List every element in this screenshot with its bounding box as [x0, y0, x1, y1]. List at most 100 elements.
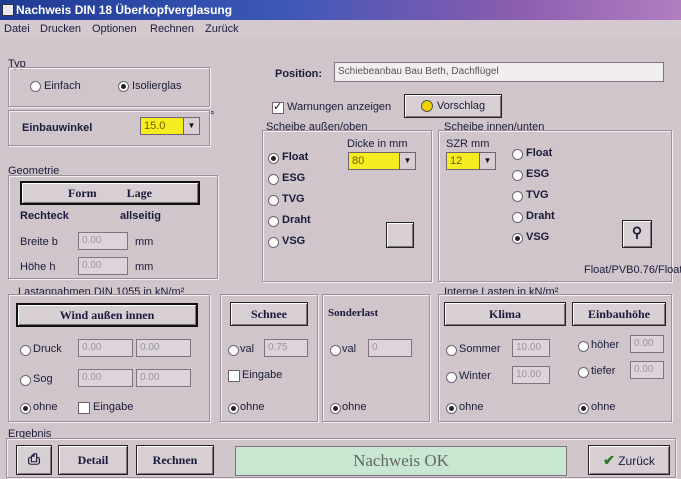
- oben-float-radio[interactable]: [268, 153, 279, 164]
- zurueck-button[interactable]: ✔ Zurück: [588, 445, 670, 475]
- oben-tvg-radio[interactable]: [268, 195, 279, 206]
- form-label: Form: [68, 186, 97, 200]
- schnee-ohne-radio[interactable]: [228, 403, 239, 414]
- unten-tvg-label: TVG: [526, 189, 549, 201]
- schnee-ohne-label: ohne: [240, 401, 265, 413]
- tiefer-radio[interactable]: [578, 367, 589, 378]
- unten-esg-radio[interactable]: [512, 170, 523, 181]
- breite-label: Breite b: [20, 236, 58, 248]
- sonderlast-ohne-radio[interactable]: [330, 403, 341, 414]
- szr-label: SZR mm: [446, 138, 490, 150]
- warnungen-checkbox[interactable]: [272, 100, 284, 114]
- klima-ohne-radio[interactable]: [446, 403, 457, 414]
- unten-vsg-radio[interactable]: [512, 233, 523, 244]
- menu-datei[interactable]: Datei: [4, 20, 30, 38]
- lightbulb-icon: [420, 100, 433, 113]
- schnee-eingabe-checkbox[interactable]: [228, 370, 240, 382]
- breite-unit: mm: [135, 236, 154, 248]
- breite-input[interactable]: 0.00: [78, 232, 128, 250]
- app-window: Nachweis DIN 18 Überkopfverglasung Datei…: [0, 0, 681, 479]
- search-icon[interactable]: ⚲: [622, 220, 652, 248]
- klima-button[interactable]: Klima: [444, 302, 566, 326]
- sog-innen-input[interactable]: 0.00: [136, 369, 191, 387]
- oben-draht-radio[interactable]: [268, 216, 279, 227]
- wind-eingabe-checkbox[interactable]: [78, 402, 90, 414]
- tiefer-input[interactable]: 0.00: [630, 361, 664, 379]
- unten-vsg-label: VSG: [526, 231, 550, 243]
- chevron-down-icon[interactable]: ▼: [183, 118, 199, 134]
- sog-aussen-input[interactable]: 0.00: [78, 369, 133, 387]
- hoeher-radio[interactable]: [578, 341, 589, 352]
- geometrie-shape: Rechteck: [20, 210, 69, 222]
- szr-select[interactable]: 12 ▼: [446, 152, 496, 170]
- oben-vsg-radio[interactable]: [268, 237, 279, 248]
- app-icon: [2, 4, 14, 16]
- unten-draht-radio[interactable]: [512, 212, 523, 223]
- title-bar: Nachweis DIN 18 Überkopfverglasung: [0, 0, 681, 20]
- menu-zurueck[interactable]: Zurück: [205, 20, 239, 38]
- sommer-radio[interactable]: [446, 345, 457, 356]
- menu-drucken[interactable]: Drucken: [40, 20, 81, 38]
- unten-float-radio[interactable]: [512, 149, 523, 160]
- unten-tvg-radio[interactable]: [512, 191, 523, 202]
- winter-input[interactable]: 10.00: [512, 366, 550, 384]
- sommer-label: Sommer: [459, 343, 501, 355]
- wind-ohne-radio[interactable]: [20, 403, 31, 414]
- druck-aussen-input[interactable]: 0.00: [78, 339, 133, 357]
- hoeher-label: höher: [591, 339, 620, 351]
- druck-radio[interactable]: [20, 345, 31, 356]
- wind-ohne-label: ohne: [33, 401, 58, 413]
- druck-innen-input[interactable]: 0.00: [136, 339, 191, 357]
- rechnen-button[interactable]: Rechnen: [136, 445, 214, 475]
- window-title: Nachweis DIN 18 Überkopfverglasung: [16, 3, 233, 17]
- menu-rechnen[interactable]: Rechnen: [150, 20, 194, 38]
- oben-tvg-label: TVG: [282, 193, 305, 205]
- form-lage-button[interactable]: Form Lage: [20, 181, 200, 205]
- typ-isolierglas-radio[interactable]: [118, 81, 129, 92]
- menu-optionen[interactable]: Optionen: [92, 20, 137, 38]
- einbauhoehe-ohne-radio[interactable]: [578, 403, 589, 414]
- oben-detail-button[interactable]: [386, 222, 414, 248]
- schnee-val-label: val: [240, 343, 255, 355]
- typ-einfach-radio[interactable]: [30, 81, 41, 92]
- chevron-down-icon[interactable]: ▼: [399, 153, 415, 169]
- hoehe-input[interactable]: 0.00: [78, 257, 128, 275]
- detail-button[interactable]: Detail: [58, 445, 128, 475]
- vorschlag-label: Vorschlag: [436, 100, 486, 112]
- unten-esg-label: ESG: [526, 168, 550, 180]
- sonderlast-val-input[interactable]: 0: [368, 339, 412, 357]
- sonderlast-val-radio[interactable]: [330, 345, 341, 356]
- menu-bar: Datei Drucken Optionen Rechnen Zurück: [0, 20, 681, 38]
- schnee-val-input[interactable]: 0.75: [264, 339, 308, 357]
- position-input[interactable]: Schiebeanbau Bau Beth, Dachflügel: [334, 62, 664, 82]
- hoeher-input[interactable]: 0.00: [630, 335, 664, 353]
- geometrie-support: allseitig: [120, 210, 161, 222]
- sog-radio[interactable]: [20, 375, 31, 386]
- sonderlast-ohne-label: ohne: [342, 401, 367, 413]
- sonderlast-val-label: val: [342, 343, 357, 355]
- klima-ohne-label: ohne: [459, 401, 484, 413]
- warnungen-label: Warnungen anzeigen: [287, 101, 392, 113]
- einbauwinkel-label: Einbauwinkel: [22, 122, 93, 134]
- position-label: Position:: [275, 68, 323, 80]
- winter-radio[interactable]: [446, 372, 457, 383]
- wind-eingabe-label: Eingabe: [93, 401, 134, 413]
- dicke-select[interactable]: 80 ▼: [348, 152, 416, 170]
- einbauhoehe-button[interactable]: Einbauhöhe: [572, 302, 666, 326]
- sommer-input[interactable]: 10.00: [512, 339, 550, 357]
- printer-icon[interactable]: ⎙: [16, 445, 52, 475]
- oben-esg-radio[interactable]: [268, 174, 279, 185]
- typ-einfach-label: Einfach: [44, 80, 81, 92]
- unten-float-label: Float: [526, 147, 553, 159]
- chevron-down-icon[interactable]: ▼: [479, 153, 495, 169]
- dicke-value: 80: [352, 155, 365, 167]
- oben-draht-label: Draht: [282, 214, 311, 226]
- tiefer-label: tiefer: [591, 365, 616, 377]
- schnee-val-radio[interactable]: [228, 345, 239, 356]
- vorschlag-button[interactable]: Vorschlag: [404, 94, 502, 118]
- zurueck-label: Zurück: [618, 454, 655, 468]
- wind-button[interactable]: Wind außen innen: [16, 303, 198, 327]
- typ-isolierglas-label: Isolierglas: [132, 80, 182, 92]
- einbauwinkel-select[interactable]: 15.0 ▼: [140, 117, 200, 135]
- schnee-button[interactable]: Schnee: [230, 302, 308, 326]
